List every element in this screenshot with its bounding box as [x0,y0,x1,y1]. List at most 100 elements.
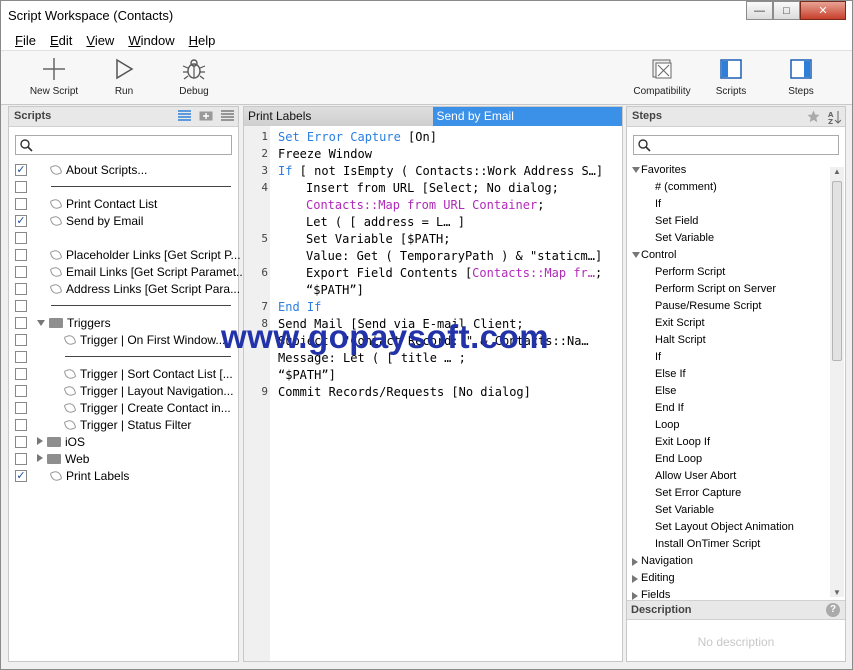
script-row[interactable] [9,229,238,246]
script-checkbox[interactable] [15,198,27,210]
script-checkbox[interactable]: ✓ [15,164,27,176]
chevron-down-icon[interactable] [37,320,45,326]
chevron-right-icon[interactable] [37,437,43,445]
minimize-button[interactable]: — [746,1,773,20]
step-item[interactable]: # (comment) [627,179,829,196]
script-row[interactable]: iOS [9,433,238,450]
script-checkbox[interactable] [15,317,27,329]
script-row[interactable]: Trigger | On First Window... [9,331,238,348]
script-separator-row[interactable] [9,348,238,365]
code-line[interactable]: Contacts::Map from URL Container; [244,197,622,214]
chevron-right-icon[interactable] [37,454,43,462]
scripts-search-input[interactable] [15,135,232,155]
chevron-right-icon[interactable] [632,592,638,600]
favorite-star-icon[interactable] [807,110,820,128]
code-line[interactable]: 7 End If [244,299,622,316]
separator-icon[interactable] [221,110,234,124]
script-row[interactable]: Trigger | Status Filter [9,416,238,433]
step-item[interactable]: If [627,349,829,366]
script-checkbox[interactable] [15,232,27,244]
step-item[interactable]: Loop [627,417,829,434]
steps-scrollbar[interactable]: ▲ ▼ [830,167,844,597]
new-script-button[interactable]: New Script [24,55,84,97]
script-checkbox[interactable] [15,249,27,261]
script-checkbox[interactable] [15,266,27,278]
script-row[interactable]: Trigger | Sort Contact List [... [9,365,238,382]
script-checkbox[interactable] [15,419,27,431]
menu-help[interactable]: Help [182,30,223,50]
script-row[interactable]: Trigger | Layout Navigation... [9,382,238,399]
steps-category[interactable]: Favorites [627,162,829,179]
steps-category[interactable]: Navigation [627,553,829,570]
code-line[interactable]: Value: Get ( TemporaryPath ) & "staticm…… [244,248,622,265]
step-item[interactable]: Set Error Capture [627,485,829,502]
script-row[interactable]: Trigger | Create Contact in... [9,399,238,416]
menu-window[interactable]: Window [121,30,181,50]
script-checkbox[interactable] [15,385,27,397]
step-item[interactable]: Pause/Resume Script [627,298,829,315]
compatibility-button[interactable]: Compatibility [630,55,694,97]
script-checkbox[interactable] [15,351,27,363]
step-item[interactable]: If [627,196,829,213]
code-line[interactable]: 4 Insert from URL [Select; No dialog; [244,180,622,197]
chevron-right-icon[interactable] [632,575,638,583]
script-row[interactable]: ✓ About Scripts... [9,161,238,178]
script-row[interactable]: Address Links [Get Script Para... [9,280,240,297]
script-row[interactable]: ✓ Send by Email [9,212,238,229]
tab-send-by-email[interactable]: Send by Email [432,107,622,126]
script-checkbox[interactable] [15,334,27,346]
new-folder-icon[interactable] [199,110,213,124]
script-checkbox[interactable] [15,402,27,414]
code-line[interactable]: “$PATH”] [244,367,622,384]
script-checkbox[interactable] [15,283,27,295]
code-line[interactable]: 5 Set Variable [$PATH; [244,231,622,248]
maximize-button[interactable]: □ [773,1,800,20]
script-row[interactable]: Web [9,450,238,467]
step-item[interactable]: Perform Script on Server [627,281,829,298]
scrollbar-thumb[interactable] [832,181,842,361]
step-item[interactable]: Else If [627,366,829,383]
script-checkbox[interactable] [15,300,27,312]
step-item[interactable]: Set Layout Object Animation [627,519,829,536]
code-line[interactable]: 2 Freeze Window [244,146,622,163]
code-line[interactable]: 3 If [ not IsEmpty ( Contacts::Work Addre… [244,163,622,180]
script-separator-row[interactable] [9,297,238,314]
code-line[interactable]: 9 Commit Records/Requests [No dialog] [244,384,622,401]
code-line[interactable]: “$PATH”] [244,282,622,299]
step-item[interactable]: Else [627,383,829,400]
script-row[interactable]: Print Contact List [9,195,238,212]
menu-view[interactable]: View [79,30,121,50]
menu-edit[interactable]: Edit [43,30,79,50]
scroll-up-icon[interactable]: ▲ [833,167,841,176]
script-separator-row[interactable] [9,178,238,195]
script-editor[interactable]: Print Labels Send by Email 1 Set Error Ca… [243,106,623,662]
step-item[interactable]: Perform Script [627,264,829,281]
scripts-toggle-button[interactable]: Scripts [701,55,761,97]
help-icon[interactable]: ? [826,603,840,617]
script-row[interactable]: Triggers [9,314,238,331]
step-item[interactable]: Allow User Abort [627,468,829,485]
step-item[interactable]: Halt Script [627,332,829,349]
scroll-down-icon[interactable]: ▼ [833,588,841,597]
script-checkbox[interactable] [15,453,27,465]
menu-file[interactable]: File [8,30,43,50]
step-item[interactable]: End If [627,400,829,417]
code-line[interactable]: Let ( [ address = L… ] [244,214,622,231]
script-checkbox[interactable]: ✓ [15,470,27,482]
code-line[interactable]: 6 Export Field Contents [Contacts::Map fr… [244,265,622,282]
sort-az-icon[interactable]: AZ [828,110,842,128]
steps-toggle-button[interactable]: Steps [771,55,831,97]
step-item[interactable]: Set Field [627,213,829,230]
steps-category[interactable]: Editing [627,570,829,587]
code-line[interactable]: 1 Set Error Capture [On] [244,129,622,146]
script-checkbox[interactable] [15,181,27,193]
steps-category[interactable]: Control [627,247,829,264]
step-item[interactable]: Set Variable [627,230,829,247]
close-button[interactable]: ✕ [800,1,846,20]
step-item[interactable]: Exit Script [627,315,829,332]
chevron-right-icon[interactable] [632,558,638,566]
run-button[interactable]: Run [94,55,154,97]
script-checkbox[interactable] [15,368,27,380]
step-item[interactable]: Exit Loop If [627,434,829,451]
list-view-icon[interactable] [178,110,191,124]
